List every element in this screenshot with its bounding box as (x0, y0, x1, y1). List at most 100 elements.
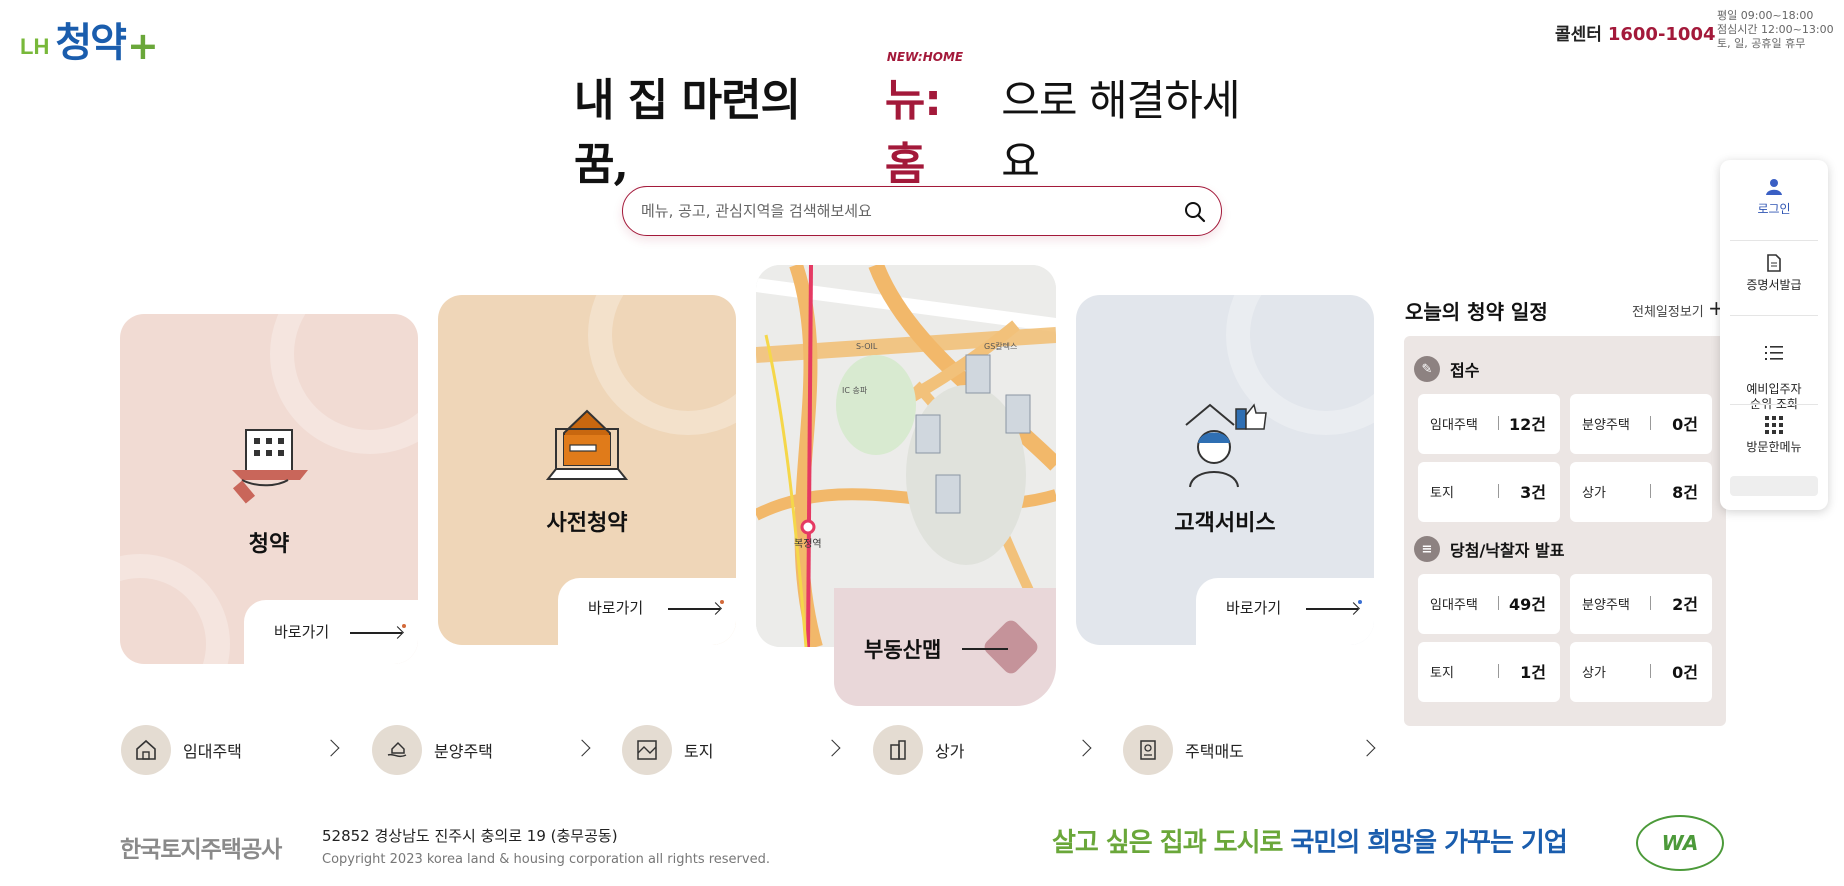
quick-waiting-rank[interactable]: 예비입주자 순위 조회 (1720, 330, 1828, 412)
category-sale-housing[interactable]: 분양주택 (372, 725, 594, 775)
cell-label: 분양주택 (1582, 598, 1630, 613)
divider (1498, 596, 1499, 610)
callcenter-number[interactable]: 1600-1004 (1608, 24, 1716, 45)
category-land[interactable]: 토지 (622, 725, 844, 775)
site-logo[interactable]: LH 청약 + (20, 10, 159, 68)
view-all-schedule-link[interactable]: 전체일정보기 (1632, 301, 1704, 320)
slogan-part-1: 살고 싶은 집과 도시로 (1052, 828, 1291, 858)
cell-label: 분양주택 (1582, 418, 1630, 433)
card-title: 사전청약 (546, 511, 628, 536)
brand-text: 뉴:홈 (884, 75, 942, 190)
logo-lh: LH (20, 34, 50, 59)
cell-value: 2건 (1672, 595, 1698, 614)
divider (1650, 416, 1651, 430)
schedule-cell[interactable]: 토지 1건 (1418, 642, 1560, 702)
arrow-right-icon (350, 632, 402, 634)
schedule-cell[interactable]: 토지 3건 (1418, 462, 1560, 522)
realestate-map-button[interactable]: 부동산맵 (834, 588, 1056, 706)
chevron-right-icon (573, 739, 591, 757)
grid-icon (1765, 416, 1783, 434)
divider (1650, 596, 1651, 610)
hours-line: 토, 일, 공휴일 휴무 (1717, 37, 1806, 50)
card-customer-service[interactable]: 고객서비스 바로가기 (1076, 295, 1374, 645)
section-title: 접수 (1450, 361, 1480, 380)
chevron-right-icon (1074, 739, 1092, 757)
callcenter: 콜센터 1600-1004 (1555, 20, 1716, 45)
cell-value: 1건 (1520, 663, 1546, 682)
quick-visited-menu[interactable]: 방문한메뉴 (1720, 416, 1828, 455)
decor-ring (120, 554, 230, 664)
footer-copyright: Copyright 2023 korea land & housing corp… (322, 852, 770, 867)
quick-label: 예비입주자 순위 조회 (1746, 382, 1802, 411)
visited-menu-slot (1730, 476, 1818, 496)
cell-value: 8건 (1672, 483, 1698, 502)
map-label-gs: GS칼텍스 (984, 341, 1017, 351)
schedule-cell[interactable]: 임대주택 12건 (1418, 394, 1560, 454)
quick-certificate[interactable]: 증명서발급 (1720, 254, 1828, 293)
building-icon (873, 725, 923, 775)
section-title: 당첨/낙찰자 발표 (1450, 541, 1565, 560)
card-title: 고객서비스 (1174, 511, 1276, 536)
search-bar (622, 186, 1222, 236)
go-button[interactable]: 바로가기 (558, 578, 736, 645)
logo-text: 청약 (55, 20, 127, 66)
wa-certification-logo: WA (1636, 815, 1724, 871)
category-commercial[interactable]: 상가 (873, 725, 1095, 775)
divider (1730, 315, 1818, 316)
go-button[interactable]: 바로가기 (1196, 578, 1374, 645)
category-rental-housing[interactable]: 임대주택 (121, 725, 343, 775)
hero-text-after: 으로 해결하세요 (1001, 76, 1240, 186)
diamond-icon (981, 617, 1041, 677)
list-icon: ≡ (1414, 536, 1440, 562)
quick-login[interactable]: 로그인 (1720, 178, 1828, 217)
dot-icon (1358, 600, 1362, 604)
wa-mark: WA (1661, 831, 1699, 855)
slogan-part-2: 국민의 희망을 가꾸는 기업 (1290, 828, 1568, 858)
go-button[interactable]: 바로가기 (244, 600, 418, 664)
card-subscription[interactable]: 청약 바로가기 (120, 314, 418, 664)
card-title: 청약 (248, 532, 290, 557)
category-label: 토지 (684, 742, 714, 761)
divider (1498, 416, 1499, 430)
logo-plus: + (126, 24, 159, 68)
pencil-icon: ✎ (1414, 356, 1440, 382)
schedule-cell[interactable]: 분양주택 2건 (1570, 574, 1712, 634)
category-home-sale[interactable]: 주택매도 (1123, 725, 1376, 775)
card-pre-subscription[interactable]: 사전청약 바로가기 (438, 295, 736, 645)
schedule-cell[interactable]: 분양주택 0건 (1570, 394, 1712, 454)
quick-label: 로그인 (1757, 202, 1791, 216)
house-icon (121, 725, 171, 775)
chevron-right-icon (322, 739, 340, 757)
search-input[interactable] (641, 199, 1161, 223)
list-icon (1765, 346, 1783, 360)
map-button-label: 부동산맵 (864, 638, 942, 662)
handshake-house-icon (372, 725, 422, 775)
schedule-panel: ✎ 접수 임대주택 12건 분양주택 0건 토지 3건 상가 8건 ≡ 당첨/낙찰자 발… (1404, 336, 1726, 726)
hero-headline: 내 집 마련의 꿈, NEW:HOME 뉴:홈 으로 해결하세요 (574, 50, 1274, 190)
house-laptop-icon (545, 409, 629, 480)
section-receipt: ✎ 접수 (1414, 356, 1479, 382)
arrow-right-icon (1306, 608, 1358, 610)
hours-line: 점심시간 12:00~13:00 (1717, 23, 1834, 36)
arrow-right-icon (962, 648, 1008, 650)
arrow-right-icon (668, 608, 720, 610)
divider (1730, 404, 1818, 405)
dot-icon (402, 624, 406, 628)
map-label-soil: S-OIL (856, 342, 878, 351)
cell-value: 49건 (1509, 595, 1546, 614)
hero-text-before: 내 집 마련의 꿈, (574, 75, 801, 190)
cell-label: 토지 (1430, 486, 1454, 501)
chevron-right-icon (823, 739, 841, 757)
section-winner-announcement: ≡ 당첨/낙찰자 발표 (1414, 536, 1564, 562)
search-icon[interactable] (1183, 200, 1207, 224)
divider (1498, 664, 1499, 678)
schedule-cell[interactable]: 상가 0건 (1570, 642, 1712, 702)
category-label: 주택매도 (1185, 742, 1244, 761)
land-map-icon (622, 725, 672, 775)
schedule-cell[interactable]: 임대주택 49건 (1418, 574, 1560, 634)
brand-newhome: NEW:HOME 뉴:홈 (884, 50, 979, 192)
building-hand-icon (232, 429, 308, 504)
schedule-cell[interactable]: 상가 8건 (1570, 462, 1712, 522)
cell-label: 상가 (1582, 486, 1606, 501)
cell-label: 상가 (1582, 666, 1606, 681)
